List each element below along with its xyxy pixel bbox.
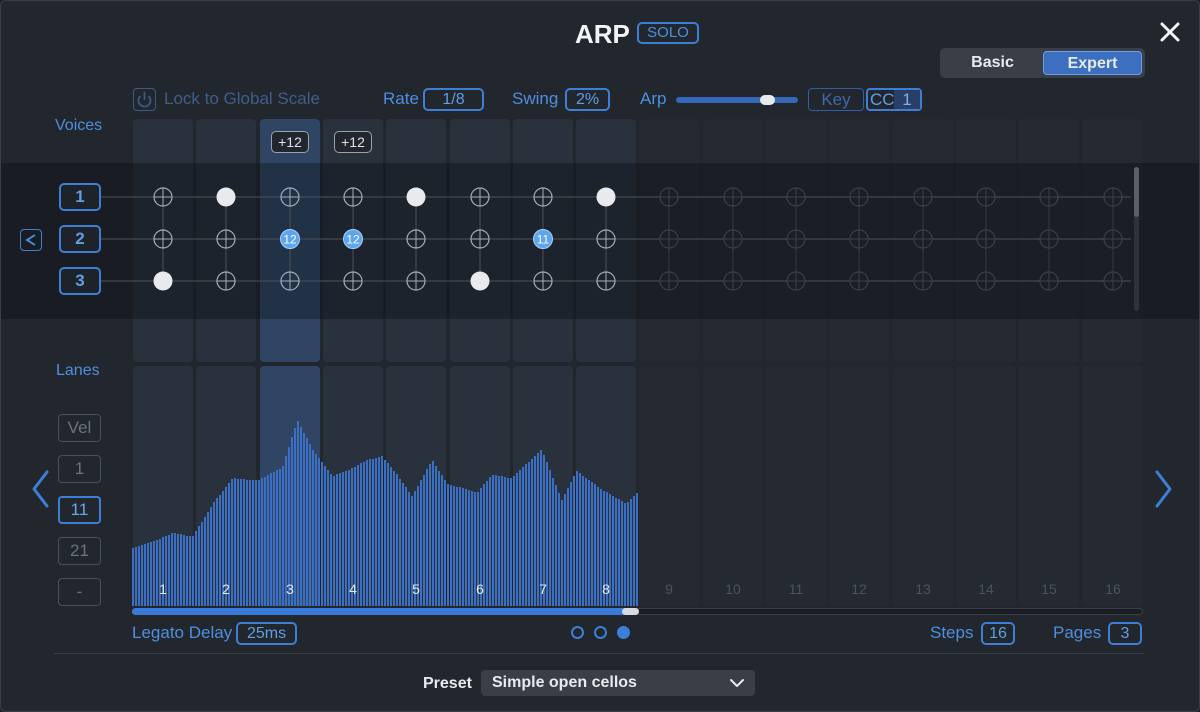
lane-bar[interactable] bbox=[294, 428, 296, 606]
footer-divider bbox=[54, 653, 1144, 654]
step-label-6: 6 bbox=[476, 581, 484, 597]
lane-bar[interactable] bbox=[135, 547, 137, 606]
step-label-11: 11 bbox=[788, 581, 804, 597]
lane-bar[interactable] bbox=[132, 548, 134, 606]
step-label-8: 8 bbox=[602, 581, 610, 597]
lane-bar[interactable] bbox=[573, 476, 575, 606]
preset-label: Preset bbox=[423, 675, 472, 692]
step-label-1: 1 bbox=[159, 581, 167, 597]
lane-bar[interactable] bbox=[447, 484, 449, 606]
step-label-5: 5 bbox=[412, 581, 420, 597]
chevron-down-icon bbox=[728, 675, 746, 691]
lane-bar[interactable] bbox=[300, 427, 302, 606]
page-prev-icon[interactable] bbox=[29, 468, 53, 510]
legato-delay-label: Legato Delay bbox=[132, 623, 233, 642]
pages-field[interactable]: 3 bbox=[1108, 622, 1142, 645]
step-label-3: 3 bbox=[286, 581, 294, 597]
preset-value: Simple open cellos bbox=[492, 674, 637, 691]
page-next-icon[interactable] bbox=[1151, 468, 1175, 510]
steps-label: Steps bbox=[930, 623, 974, 642]
lane-bars[interactable] bbox=[1, 1, 1200, 712]
pattern-progress-knob[interactable] bbox=[622, 608, 639, 615]
step-label-12: 12 bbox=[851, 581, 867, 597]
step-label-10: 10 bbox=[725, 581, 741, 597]
lane-bar[interactable] bbox=[138, 546, 140, 606]
legato-delay-field[interactable]: 25ms bbox=[236, 622, 297, 645]
pattern-progress-fill bbox=[132, 608, 632, 615]
step-label-7: 7 bbox=[539, 581, 547, 597]
step-label-15: 15 bbox=[1041, 581, 1057, 597]
step-label-16: 16 bbox=[1105, 581, 1121, 597]
pages-label: Pages bbox=[1053, 623, 1102, 642]
step-label-4: 4 bbox=[349, 581, 357, 597]
step-label-2: 2 bbox=[222, 581, 230, 597]
lane-bar[interactable] bbox=[510, 478, 512, 606]
page-dot-1[interactable] bbox=[571, 626, 584, 639]
arp-window: ARP SOLO Basic Expert Lock to Global Sca… bbox=[0, 0, 1200, 712]
step-label-14: 14 bbox=[978, 581, 994, 597]
page-dot-2[interactable] bbox=[594, 626, 607, 639]
preset-dropdown[interactable]: Simple open cellos bbox=[481, 670, 755, 696]
lane-bar[interactable] bbox=[297, 421, 299, 606]
page-dot-3[interactable] bbox=[617, 626, 630, 639]
step-label-13: 13 bbox=[915, 581, 931, 597]
lane-bar[interactable] bbox=[636, 493, 638, 606]
steps-field[interactable]: 16 bbox=[981, 622, 1015, 645]
step-label-9: 9 bbox=[665, 581, 673, 597]
